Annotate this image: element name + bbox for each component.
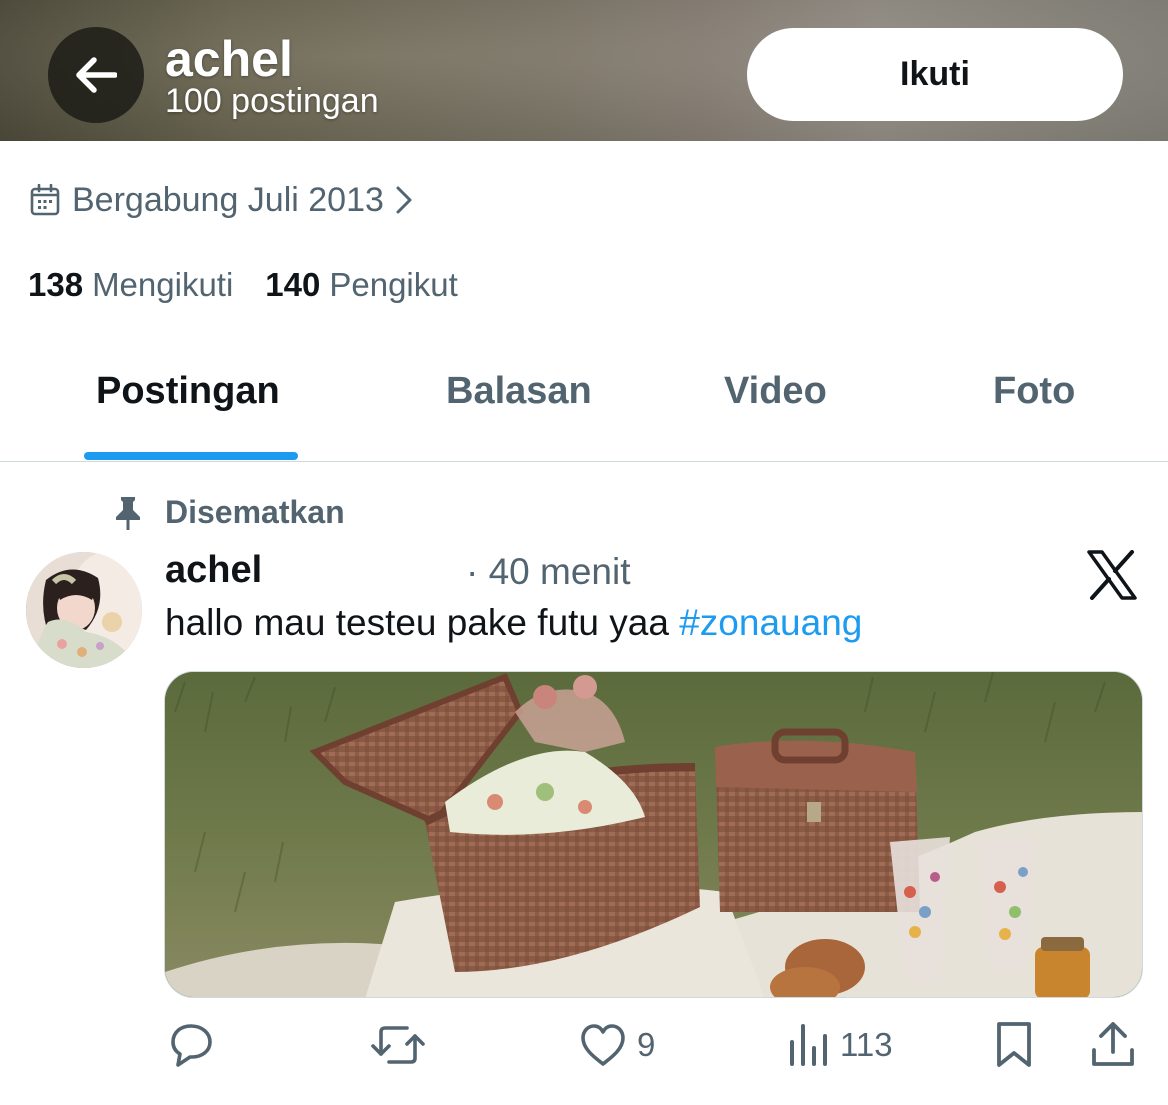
pinned-label: Disematkan bbox=[165, 494, 345, 530]
post-author-name[interactable]: achel bbox=[165, 549, 262, 592]
tab-postingan[interactable]: Postingan bbox=[96, 370, 280, 413]
bookmark-button[interactable] bbox=[994, 1018, 1034, 1072]
tab-video[interactable]: Video bbox=[724, 370, 827, 413]
calendar-icon bbox=[30, 184, 60, 216]
post-text: hallo mau testeu pake futu yaa #zonauang bbox=[165, 602, 862, 644]
post-actions: 9 113 bbox=[0, 1018, 1168, 1078]
follow-button[interactable]: Ikuti bbox=[747, 28, 1123, 121]
share-button[interactable] bbox=[1089, 1018, 1137, 1072]
following-label[interactable]: Mengikuti bbox=[92, 266, 233, 304]
reply-button[interactable] bbox=[166, 1018, 216, 1072]
repost-button[interactable] bbox=[371, 1018, 425, 1072]
hashtag-link[interactable]: #zonauang bbox=[679, 602, 862, 643]
header-post-count: 100 postingan bbox=[165, 82, 379, 120]
header-display-name: achel bbox=[165, 31, 293, 87]
tab-balasan[interactable]: Balasan bbox=[446, 370, 592, 413]
post-body-text: hallo mau testeu pake futu yaa bbox=[165, 602, 680, 643]
views-button[interactable]: 113 bbox=[788, 1018, 893, 1072]
heart-icon bbox=[581, 1024, 625, 1066]
arrow-left-icon bbox=[76, 57, 117, 93]
pin-icon bbox=[110, 495, 146, 531]
profile-header: achel 100 postingan Ikuti bbox=[0, 0, 1168, 141]
view-count: 113 bbox=[840, 1026, 893, 1063]
joined-date[interactable]: Bergabung Juli 2013 bbox=[30, 178, 414, 222]
post-image[interactable] bbox=[164, 671, 1143, 998]
follow-stats: 138 Mengikuti 140 Pengikut bbox=[28, 266, 458, 304]
profile-tabs: Postingan Balasan Video Foto bbox=[0, 340, 1168, 462]
repost-icon bbox=[371, 1026, 425, 1064]
like-count: 9 bbox=[637, 1026, 656, 1063]
joined-date-text: Bergabung Juli 2013 bbox=[72, 180, 384, 219]
following-count[interactable]: 138 bbox=[28, 266, 83, 304]
bookmark-icon bbox=[997, 1022, 1031, 1067]
back-button[interactable] bbox=[48, 27, 144, 123]
post-timestamp[interactable]: · 40 menit bbox=[466, 551, 631, 593]
reply-icon bbox=[171, 1024, 212, 1067]
avatar[interactable] bbox=[26, 552, 142, 668]
like-button[interactable]: 9 bbox=[579, 1018, 655, 1072]
share-icon bbox=[1092, 1022, 1134, 1066]
chevron-right-icon bbox=[394, 185, 414, 215]
followers-count[interactable]: 140 bbox=[265, 266, 320, 304]
x-logo-icon bbox=[1086, 550, 1138, 600]
pinned-indicator: Disematkan bbox=[110, 494, 345, 531]
active-tab-indicator bbox=[84, 452, 298, 460]
followers-label[interactable]: Pengikut bbox=[329, 266, 457, 304]
analytics-icon bbox=[790, 1024, 827, 1066]
tab-foto[interactable]: Foto bbox=[993, 370, 1075, 413]
